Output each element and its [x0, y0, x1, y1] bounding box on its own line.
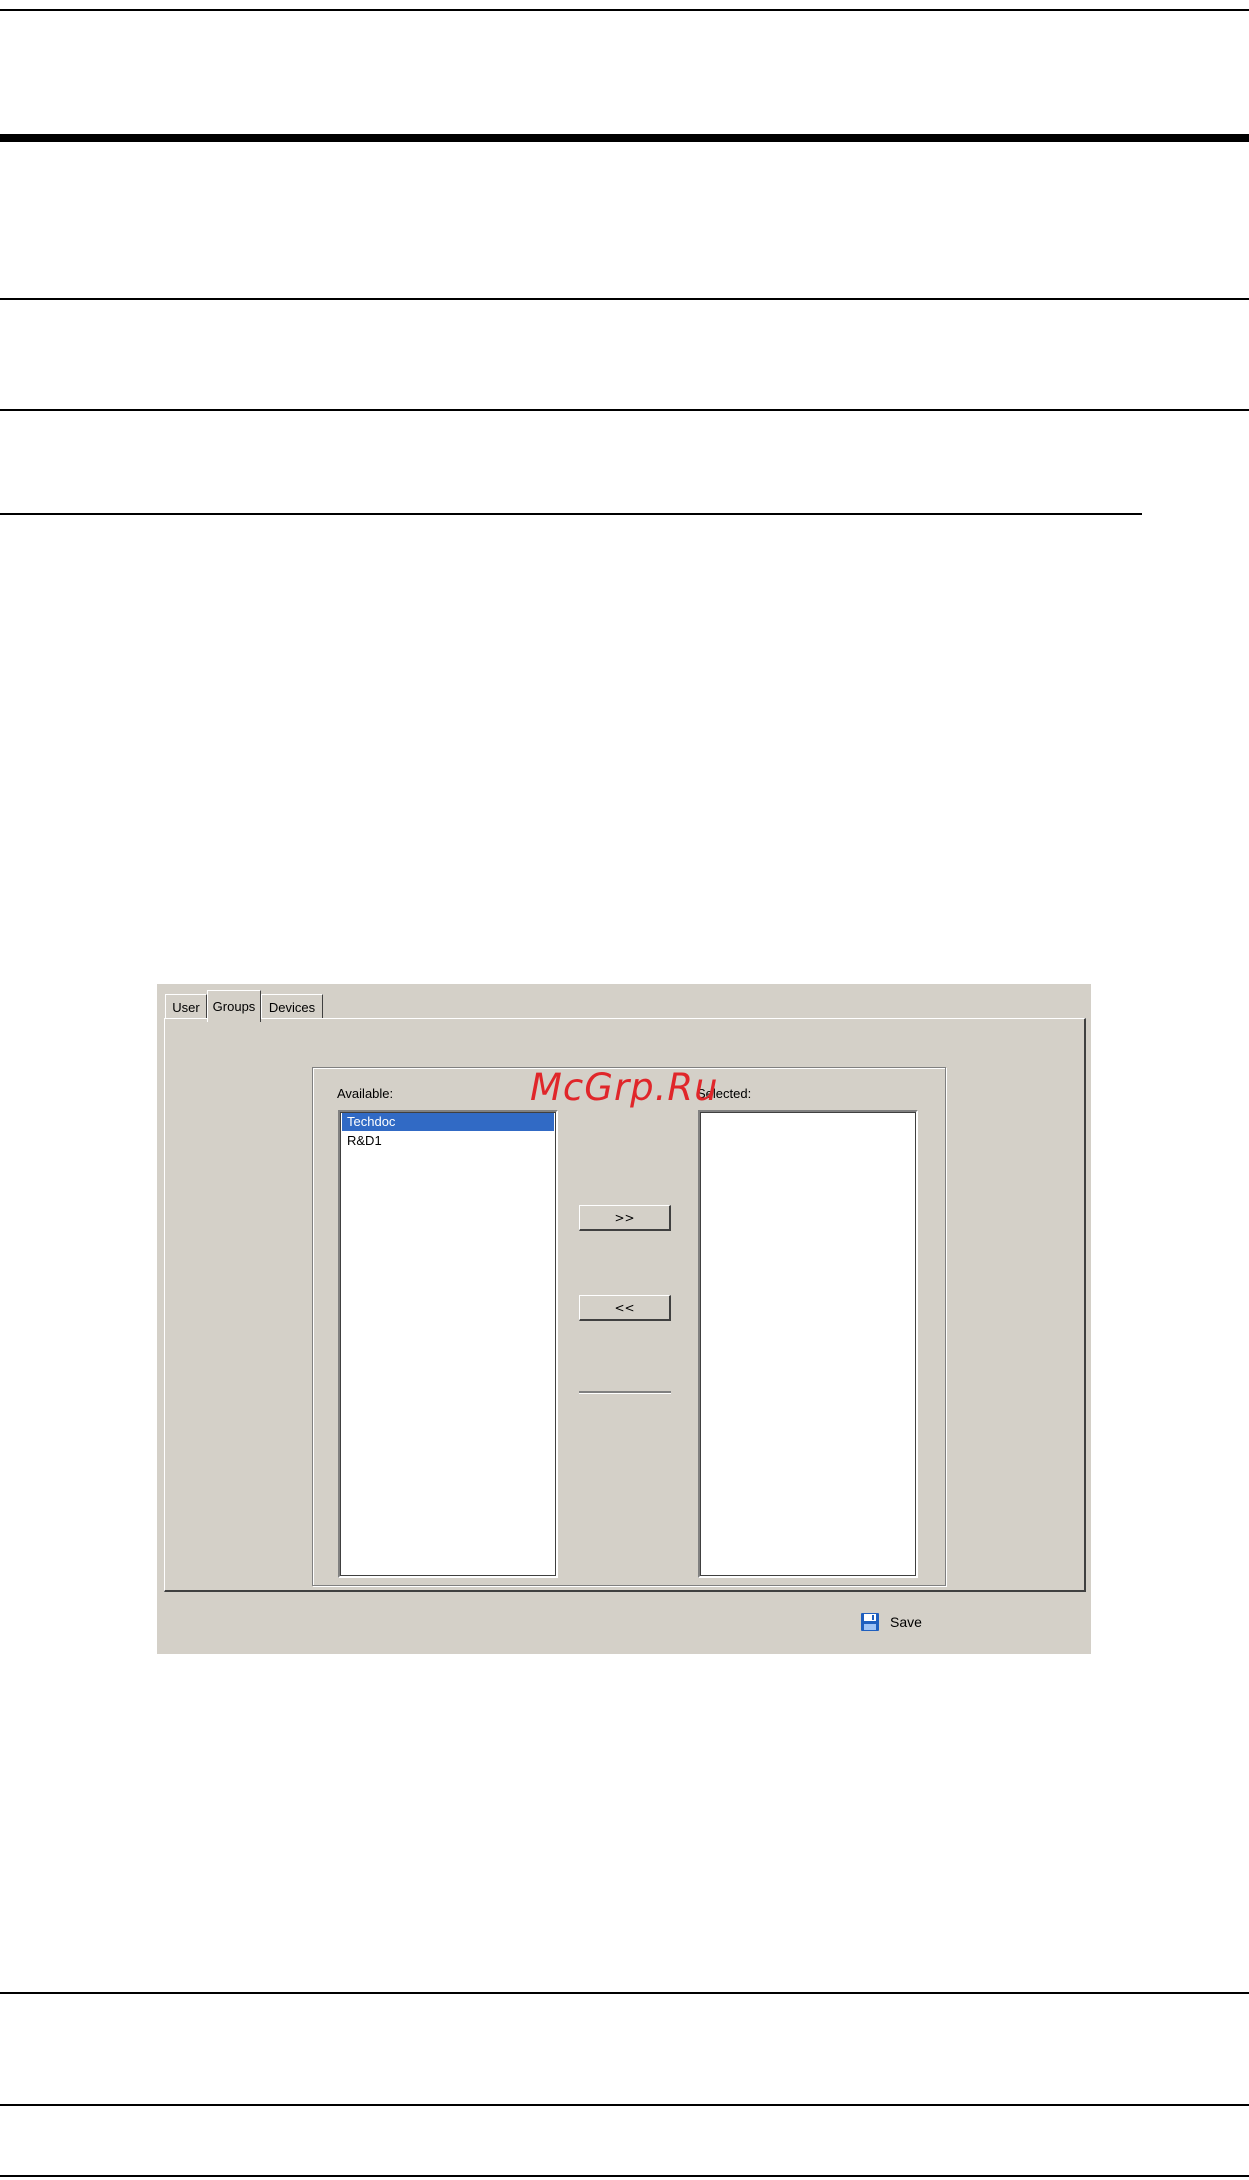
- page-rule: [0, 298, 1249, 300]
- page-rule: [0, 409, 1249, 411]
- page-rule: [0, 513, 1142, 515]
- button-divider: [579, 1391, 671, 1394]
- page-rule: [0, 2104, 1249, 2106]
- list-item-techdoc[interactable]: Techdoc: [342, 1113, 554, 1131]
- add-button[interactable]: >>: [579, 1205, 671, 1231]
- remove-button[interactable]: <<: [579, 1295, 671, 1321]
- available-label: Available:: [337, 1086, 394, 1101]
- floppy-disk-icon: [861, 1613, 879, 1631]
- selected-listbox[interactable]: [698, 1110, 918, 1578]
- tab-devices[interactable]: Devices: [261, 994, 323, 1020]
- page-rule: [0, 9, 1249, 11]
- page-heading-rule: [0, 134, 1249, 142]
- save-button[interactable]: Save: [860, 1612, 922, 1632]
- watermark-text: McGrp.Ru: [530, 1066, 719, 1109]
- tab-groups[interactable]: Groups: [207, 990, 261, 1022]
- list-item-rd1[interactable]: R&D1: [342, 1132, 554, 1150]
- tab-user[interactable]: User: [165, 994, 207, 1020]
- save-label: Save: [890, 1614, 922, 1630]
- page-rule: [0, 1992, 1249, 1994]
- available-listbox[interactable]: Techdoc R&D1: [338, 1110, 558, 1578]
- page-rule: [0, 2175, 1249, 2177]
